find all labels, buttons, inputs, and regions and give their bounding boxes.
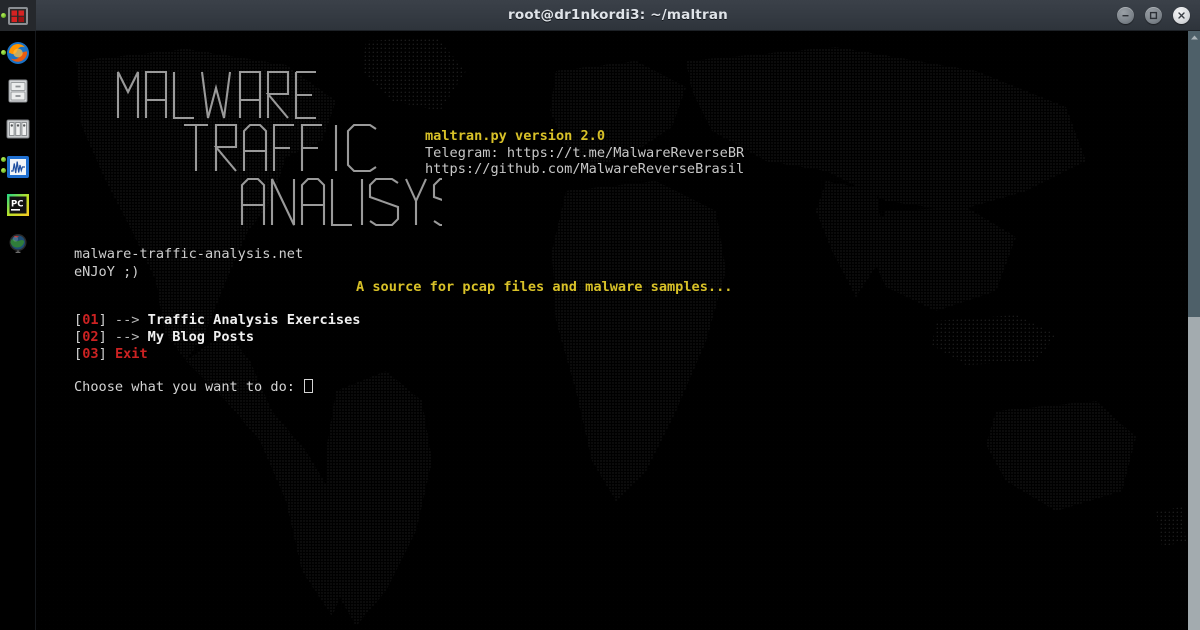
site-line: malware-traffic-analysis.net xyxy=(74,246,304,262)
pycharm-icon: PC xyxy=(7,194,29,216)
firefox-icon xyxy=(7,42,29,64)
firefox-running-indicator xyxy=(1,50,6,55)
version-line: maltran.py version 2.0 xyxy=(425,128,606,144)
dock-item-editor[interactable] xyxy=(0,110,36,148)
dock-item-browser[interactable] xyxy=(0,224,36,262)
telegram-line: Telegram: https://t.me/MalwareReverseBR xyxy=(425,144,745,161)
ascii-art-banner xyxy=(70,47,464,242)
dock-item-wireshark[interactable] xyxy=(0,148,36,186)
dock-item-firefox[interactable] xyxy=(0,34,36,72)
globe-icon xyxy=(9,234,27,253)
dock-item-pycharm[interactable]: PC xyxy=(0,186,36,224)
menu-bracket-close-01: ] xyxy=(98,312,107,328)
file-manager-icon xyxy=(8,79,28,103)
menu-bracket-close-03: ] xyxy=(98,345,107,362)
menu-item-03[interactable]: [03] Exit xyxy=(74,346,360,363)
window-title: root@dr1nkordi3: ~/maltran xyxy=(508,7,728,23)
menu-item-01[interactable]: [01] --> Traffic Analysis Exercises xyxy=(74,312,360,329)
menu-number-02: 02 xyxy=(82,328,99,345)
menu-label-02: My Blog Posts xyxy=(147,328,255,345)
enjoy-line: eNJoY ;) xyxy=(74,263,140,280)
menu-arrow-03 xyxy=(107,346,115,362)
github-line: https://github.com/MalwareReverseBrasil xyxy=(425,161,745,178)
dock-app-icon[interactable] xyxy=(0,0,36,31)
text-cursor xyxy=(304,379,314,393)
window-controls xyxy=(1117,0,1190,31)
site-info-block: malware-traffic-analysis.net eNJoY ;) xyxy=(74,246,303,281)
terminal-icon xyxy=(8,6,28,25)
window-titlebar[interactable]: root@dr1nkordi3: ~/maltran xyxy=(36,0,1200,31)
text-editor-icon xyxy=(6,119,30,139)
app-running-indicator xyxy=(1,13,6,18)
wireshark-running-indicator-1 xyxy=(1,157,6,162)
terminal-scrollbar[interactable] xyxy=(1188,31,1200,630)
ascii-banner-svg xyxy=(117,70,464,226)
close-button[interactable] xyxy=(1173,7,1190,24)
header-info-block: maltran.py version 2.0 Telegram: https:/… xyxy=(425,128,744,178)
menu-list: [01] --> Traffic Analysis Exercises [02] … xyxy=(74,312,360,362)
scrollbar-thumb[interactable] xyxy=(1188,317,1200,630)
menu-bracket-open-02: [ xyxy=(74,328,83,345)
menu-label-01: Traffic Analysis Exercises xyxy=(147,312,361,328)
scrollbar-up-arrow[interactable] xyxy=(1188,31,1200,43)
terminal-body[interactable]: maltran.py version 2.0 Telegram: https:/… xyxy=(36,31,1188,630)
tagline: A source for pcap files and malware samp… xyxy=(356,279,733,295)
menu-number-03: 03 xyxy=(82,345,99,362)
menu-bracket-open-03: [ xyxy=(74,345,83,362)
wireshark-icon xyxy=(7,156,29,178)
menu-label-03: Exit xyxy=(114,345,148,362)
menu-bracket-open-01: [ xyxy=(74,312,83,328)
desktop-dock: PC xyxy=(0,0,36,630)
maximize-button[interactable] xyxy=(1145,7,1162,24)
menu-item-02[interactable]: [02] --> My Blog Posts xyxy=(74,329,360,346)
menu-arrow-01: --> xyxy=(106,312,148,328)
wireshark-running-indicator-2 xyxy=(1,168,6,173)
menu-arrow-02: --> xyxy=(106,328,148,345)
menu-bracket-close-02: ] xyxy=(98,328,107,345)
menu-number-01: 01 xyxy=(82,312,99,328)
svg-text:PC: PC xyxy=(11,200,23,210)
prompt-text: Choose what you want to do: xyxy=(74,379,304,395)
prompt-line[interactable]: Choose what you want to do: xyxy=(74,379,314,395)
terminal-window: PC root@dr1nkordi3: ~/maltran maltran.py… xyxy=(0,0,1200,630)
chevron-up-icon xyxy=(1190,35,1198,39)
minimize-button[interactable] xyxy=(1117,7,1134,24)
dock-item-files[interactable] xyxy=(0,72,36,110)
